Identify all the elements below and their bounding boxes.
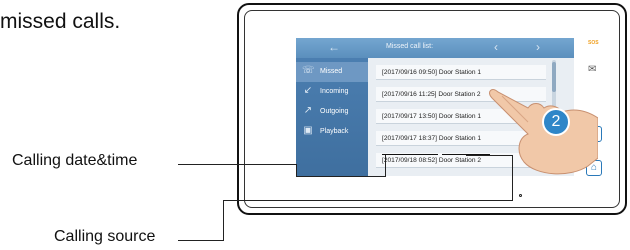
sos-led: SOS [588, 40, 599, 46]
date-time-underline [382, 154, 438, 155]
pointing-hand-icon [489, 89, 598, 175]
playback-icon: ▣ [303, 125, 313, 136]
step-number-badge: 2 [542, 108, 570, 136]
outgoing-call-icon: ↗ [303, 105, 313, 116]
sidebar-item-label: Outgoing [320, 108, 349, 115]
callout-source: Calling source [54, 228, 156, 245]
back-arrow-icon[interactable]: ← [328, 40, 340, 54]
missed-call-icon: ☏ [302, 65, 315, 76]
date-time-leader-end [296, 176, 386, 177]
source-leader-vertical [223, 200, 224, 241]
mail-icon[interactable]: ✉ [588, 64, 596, 75]
microphone-hole [519, 194, 522, 197]
top-caption: missed calls. [0, 10, 121, 33]
sidebar-item-label: Playback [320, 128, 349, 135]
incoming-call-icon: ↙ [303, 85, 313, 96]
sidebar-item-playback[interactable]: ▣ Playback [296, 122, 368, 142]
sidebar-item-outgoing[interactable]: ↗ Outgoing [296, 102, 368, 122]
sidebar-item-missed[interactable]: ☏ Missed [296, 62, 368, 82]
date-time-leader [178, 164, 296, 165]
next-page-icon[interactable]: › [536, 40, 540, 54]
sidebar-item-label: Missed [320, 68, 343, 75]
source-leader-top [223, 200, 513, 201]
callout-date-time: Calling date&time [12, 152, 138, 169]
prev-page-icon[interactable]: ‹ [494, 40, 498, 54]
screen-top-bar: ← Missed call list: ‹ › [296, 38, 574, 58]
sidebar-item-incoming[interactable]: ↙ Incoming [296, 82, 368, 102]
sidebar-item-label: Incoming [320, 88, 349, 95]
source-leader [178, 240, 224, 241]
date-time-leader-vertical [296, 164, 297, 176]
screen-title: Missed call list: [386, 43, 434, 50]
call-type-sidebar: ☏ Missed ↙ Incoming ↗ Outgoing ▣ Playbac… [296, 58, 368, 176]
date-time-leader-rise [385, 155, 386, 177]
